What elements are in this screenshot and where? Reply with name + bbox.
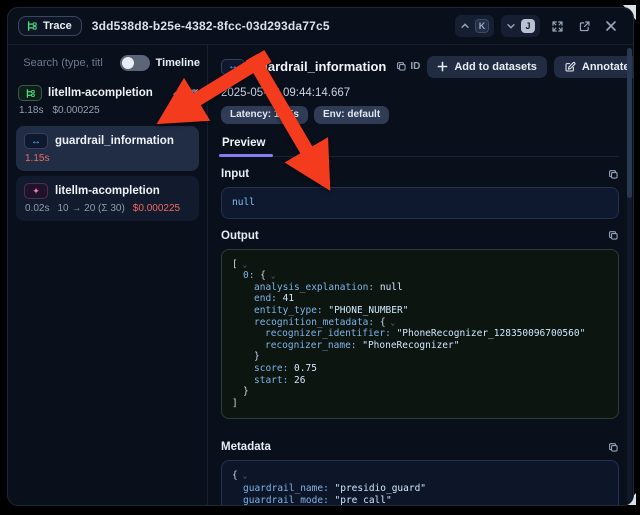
env-badge: Env: default [314, 106, 389, 124]
span-timestamp: 2025-05-16 09:44:14.667 [221, 87, 619, 99]
topbar-actions: K J [455, 15, 621, 37]
code-line: recognition_metadata: { ⌄ [232, 317, 608, 329]
copy-icon [608, 230, 619, 241]
generation-sparkle-icon: ✦ [24, 183, 48, 199]
span-tree: litellm-acompletion 1.18s $0.000225 ↔ gu… [16, 85, 201, 221]
copy-id-button[interactable]: ID [396, 61, 420, 72]
open-external-button[interactable] [574, 16, 594, 36]
tree-item-label: litellm-acompletion [55, 185, 160, 197]
metadata-section: Metadata { ⌄guardrail_name: "presidio_gu… [221, 441, 619, 506]
nav-previous-button[interactable]: K [455, 15, 494, 37]
span-title: guardrail_information [252, 59, 386, 74]
topbar: Trace 3dd538d8-b25e-4382-8fcc-03d293da77… [8, 8, 633, 45]
input-json-viewer: null [221, 187, 619, 219]
trace-type-badge: Trace [18, 16, 82, 36]
metadata-section-title: Metadata [221, 441, 271, 453]
code-line: score: 0.75 [232, 363, 608, 375]
tree-item-guardrail-information[interactable]: ↔ guardrail_information 1.15s [16, 126, 199, 171]
nav-next-button[interactable]: J [501, 15, 540, 37]
copy-output-button[interactable] [608, 230, 619, 241]
tree-root-label: litellm-acompletion [48, 87, 153, 99]
root-cost: $0.000225 [52, 105, 99, 116]
close-button[interactable] [601, 16, 621, 36]
code-line: } [232, 386, 608, 398]
input-value: null [232, 197, 255, 208]
search-input[interactable] [23, 57, 107, 69]
annotate-pencil-icon [564, 61, 576, 73]
plus-icon [437, 61, 448, 72]
add-to-datasets-button[interactable]: Add to datasets [427, 56, 547, 78]
item-cost: $0.000225 [133, 203, 180, 214]
close-icon [605, 20, 617, 32]
timeline-toggle-label: Timeline [156, 57, 200, 69]
expand-button[interactable] [547, 16, 567, 36]
trace-id: 3dd538d8-b25e-4382-8fcc-03d293da77c5 [92, 19, 330, 33]
tree-root-item[interactable]: litellm-acompletion [16, 85, 201, 101]
span-tree-sidebar: Timeline litellm-acompletion 1.18s $0.00… [8, 45, 208, 505]
tree-item-litellm-acompletion[interactable]: ✦ litellm-acompletion 0.02s 10 → 20 (Σ 3… [16, 176, 199, 221]
code-line: analysis_explanation: null [232, 282, 608, 294]
item-latency: 0.02s [25, 203, 49, 214]
code-line: recognizer_name: "PhoneRecognizer" [232, 340, 608, 352]
code-line: end: 41 [232, 293, 608, 305]
scrollbar-thumb[interactable] [627, 48, 632, 198]
copy-icon [608, 169, 619, 180]
output-section-title: Output [221, 230, 259, 242]
collapse-chevron-icon[interactable]: ⌄ [238, 471, 248, 480]
item-token-usage: 10 → 20 (Σ 30) [57, 203, 124, 214]
annotate-label: Annotate [582, 61, 630, 73]
latency-badge: Latency: 1.15s [221, 106, 308, 124]
root-latency: 1.18s [19, 105, 43, 116]
collapse-all-icon[interactable] [189, 88, 199, 98]
copy-metadata-button[interactable] [608, 442, 619, 453]
collapse-chevron-icon[interactable] [172, 88, 182, 98]
kbd-j: J [521, 19, 535, 33]
id-label: ID [410, 61, 420, 72]
code-line: entity_type: "PHONE_NUMBER" [232, 305, 608, 317]
code-line: { ⌄ [232, 470, 608, 482]
expand-icon [551, 20, 564, 33]
collapse-chevron-icon[interactable]: ⌄ [238, 260, 248, 269]
code-line: ] [232, 398, 608, 410]
tree-item-label: guardrail_information [55, 135, 174, 147]
span-icon: ↔ [221, 59, 245, 75]
code-line: start: 26 [232, 375, 608, 387]
trace-icon [18, 85, 42, 101]
external-link-icon [578, 20, 591, 33]
metadata-json-viewer: { ⌄guardrail_name: "presidio_guard"guard… [221, 460, 619, 506]
trace-detail-drawer: Trace 3dd538d8-b25e-4382-8fcc-03d293da77… [7, 7, 634, 506]
code-line: } [232, 351, 608, 363]
tree-root-stats: 1.18s $0.000225 [19, 105, 201, 116]
timeline-toggle[interactable] [120, 55, 150, 71]
copy-input-button[interactable] [608, 169, 619, 180]
output-json-viewer: [ ⌄0: { ⌄analysis_explanation: nullend: … [221, 249, 619, 420]
trace-badge-label: Trace [43, 20, 72, 32]
span-detail-panel: ↔ guardrail_information ID Add to datase… [208, 45, 633, 505]
code-line: guardrail_name: "presidio_guard" [232, 483, 608, 495]
chevron-down-icon [506, 21, 516, 31]
tab-preview[interactable]: Preview [221, 134, 275, 156]
detail-tabs: Preview [221, 134, 619, 157]
output-section: Output [ ⌄0: { ⌄analysis_explanation: nu… [221, 230, 619, 420]
code-line: [ ⌄ [232, 259, 608, 271]
copy-icon [396, 61, 407, 72]
input-section: Input null [221, 168, 619, 219]
annotate-button[interactable]: Annotate [554, 56, 634, 78]
input-section-title: Input [221, 168, 249, 180]
code-line: 0: { ⌄ [232, 270, 608, 282]
toggle-knob [122, 57, 134, 69]
item-latency: 1.15s [25, 153, 49, 164]
add-to-datasets-label: Add to datasets [454, 61, 537, 73]
trace-tree-icon [26, 20, 38, 32]
collapse-chevron-icon[interactable]: ⌄ [266, 271, 276, 280]
code-line: guardrail_mode: "pre_call" [232, 495, 608, 506]
span-icon: ↔ [24, 133, 48, 149]
collapse-chevron-icon[interactable]: ⌄ [386, 318, 396, 327]
code-line: recognizer_identifier: "PhoneRecognizer_… [232, 328, 608, 340]
annotate-split-button: Annotate [554, 56, 634, 78]
scrollbar[interactable] [627, 48, 632, 502]
copy-icon [608, 442, 619, 453]
kbd-k: K [475, 19, 489, 33]
chevron-up-icon [460, 21, 470, 31]
